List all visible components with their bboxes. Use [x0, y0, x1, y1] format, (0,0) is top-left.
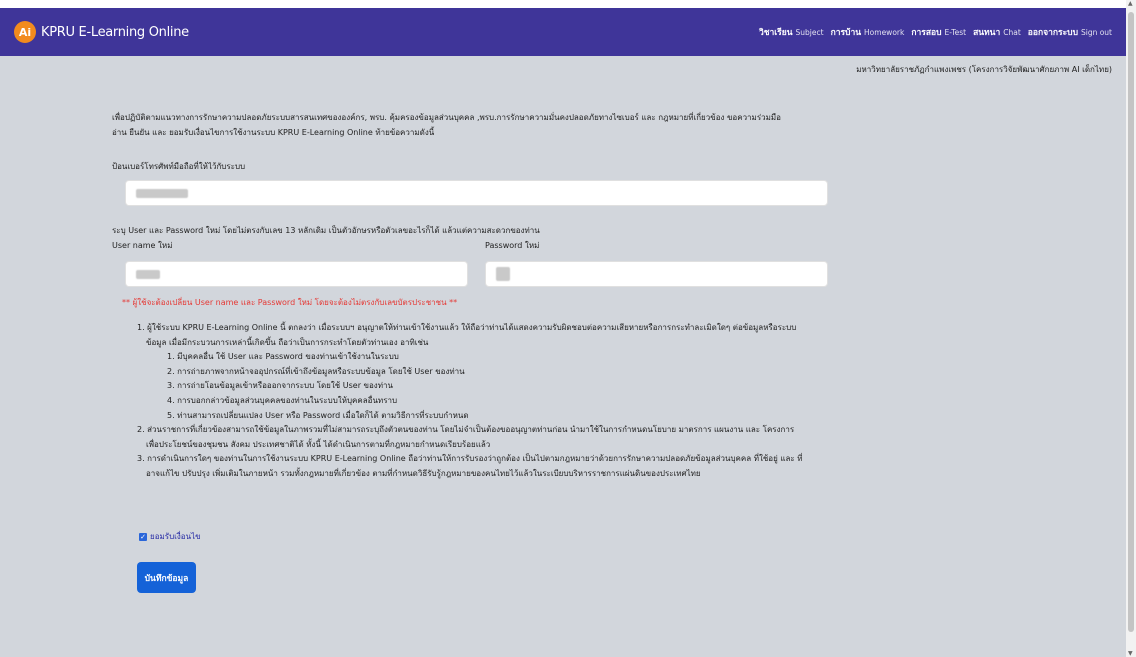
- intro-line-1: เพื่อปฏิบัติตามแนวทางการรักษาความปลอดภัย…: [112, 113, 781, 122]
- term-1-sub-2: 2. การถ่ายภาพจากหน้าจออุปกรณ์ที่เข้าถึงข…: [167, 366, 465, 376]
- navbar: Ai KPRU E-Learning Online วิชาเรียน Subj…: [0, 8, 1126, 56]
- page-scrollbar[interactable]: ▲ ▼: [1126, 0, 1136, 657]
- username-label: User name ใหม่: [112, 241, 173, 250]
- intro-text: เพื่อปฏิบัติตามแนวทางการรักษาความปลอดภัย…: [112, 110, 832, 140]
- nav-homework-th: การบ้าน: [830, 28, 862, 38]
- nav-chat-th: สนทนา: [973, 28, 1001, 38]
- nav-chat-en: Chat: [1003, 28, 1021, 37]
- intro-line-2: อ่าน ยืนยัน และ ยอมรับเงื่อนไขการใช้งานร…: [112, 128, 435, 137]
- nav-subject-th: วิชาเรียน: [758, 28, 793, 38]
- agree-label[interactable]: ยอมรับเงื่อนไข: [150, 530, 201, 543]
- username-value-redacted: [136, 269, 160, 279]
- term-2-line-1: 2. ส่วนราชการที่เกี่ยวข้องสามารถใช้ข้อมู…: [137, 425, 795, 435]
- nav-homework-en: Homework: [864, 28, 905, 37]
- terms-list: 1. ผู้ใช้ระบบ KPRU E-Learning Online นี้…: [137, 321, 837, 482]
- password-value-redacted: [496, 267, 510, 281]
- nav-subject-en: Subject: [795, 28, 824, 37]
- term-1-sub-5: 5. ท่านสามารถเปลี่ยนแปลง User หรือ Passw…: [167, 410, 469, 420]
- nav-homework[interactable]: การบ้าน Homework: [831, 25, 905, 39]
- save-button[interactable]: บันทึกข้อมูล: [137, 562, 196, 593]
- term-3-line-1: 3. การดำเนินการใดๆ ของท่านในการใช้งานระบ…: [137, 454, 803, 464]
- phone-input-value-redacted: [136, 188, 188, 198]
- nav-signout[interactable]: ออกจากระบบ Sign out: [1028, 25, 1112, 39]
- term-1-line-2: ข้อมูล เมื่อมีกระบวนการเหล่านี้เกิดขึ้น …: [146, 337, 429, 347]
- scroll-thumb[interactable]: [1128, 12, 1134, 632]
- nav-menu: วิชาเรียน Subject การบ้าน Homework การสอ…: [759, 8, 1112, 56]
- credentials-note: ระบุ User และ Password ใหม่ โดยไม่ตรงกับ…: [112, 226, 540, 235]
- phone-input[interactable]: [125, 180, 828, 206]
- term-1-sub-1: 1. มีบุคคลอื่น ใช้ User และ Password ของ…: [167, 352, 399, 362]
- term-1-sub-3: 3. การถ่ายโอนข้อมูลเข้าหรือออกจากระบบ โด…: [167, 381, 393, 391]
- app-logo: Ai: [14, 21, 36, 43]
- agree-checkbox-row[interactable]: ✓ ยอมรับเงื่อนไข: [139, 530, 201, 543]
- credentials-warning: ** ผู้ใช้จะต้องเปลี่ยน User name และ Pas…: [122, 298, 458, 307]
- scroll-up-arrow-icon[interactable]: ▲: [1128, 0, 1133, 7]
- app-title[interactable]: KPRU E-Learning Online: [41, 25, 189, 40]
- term-3-line-2: อาจแก้ไข ปรับปรุง เพิ่มเติมในภายหน้า รวม…: [146, 468, 701, 478]
- nav-chat[interactable]: สนทนา Chat: [973, 25, 1021, 39]
- nav-etest-en: E-Test: [944, 28, 967, 37]
- university-name: มหาวิทยาลัยราชภัฏกำแพงเพชร (โครงการวิจัย…: [856, 65, 1112, 74]
- password-label: Password ใหม่: [485, 241, 540, 250]
- term-1-line-1: 1. ผู้ใช้ระบบ KPRU E-Learning Online นี้…: [137, 323, 797, 332]
- nav-signout-en: Sign out: [1080, 28, 1112, 37]
- nav-etest-th: การสอบ: [911, 28, 942, 38]
- browser-top-strip: [0, 0, 1126, 8]
- term-1-sub-4: 4. การบอกกล่าวข้อมูลส่วนบุคคลของท่านในระ…: [167, 395, 398, 405]
- nav-etest[interactable]: การสอบ E-Test: [911, 25, 966, 39]
- nav-signout-th: ออกจากระบบ: [1027, 28, 1078, 38]
- nav-subject[interactable]: วิชาเรียน Subject: [759, 25, 824, 39]
- phone-label: ป้อนเบอร์โทรศัพท์มือถือที่ให้ไว้กับระบบ: [112, 162, 246, 171]
- term-2-line-2: เพื่อประโยชน์ของชุมชน สังคม ประเทศชาติได…: [146, 439, 491, 449]
- scroll-down-arrow-icon[interactable]: ▼: [1128, 650, 1133, 657]
- agree-checkbox[interactable]: ✓: [139, 532, 147, 541]
- password-input[interactable]: [485, 261, 828, 287]
- username-input[interactable]: [125, 261, 468, 287]
